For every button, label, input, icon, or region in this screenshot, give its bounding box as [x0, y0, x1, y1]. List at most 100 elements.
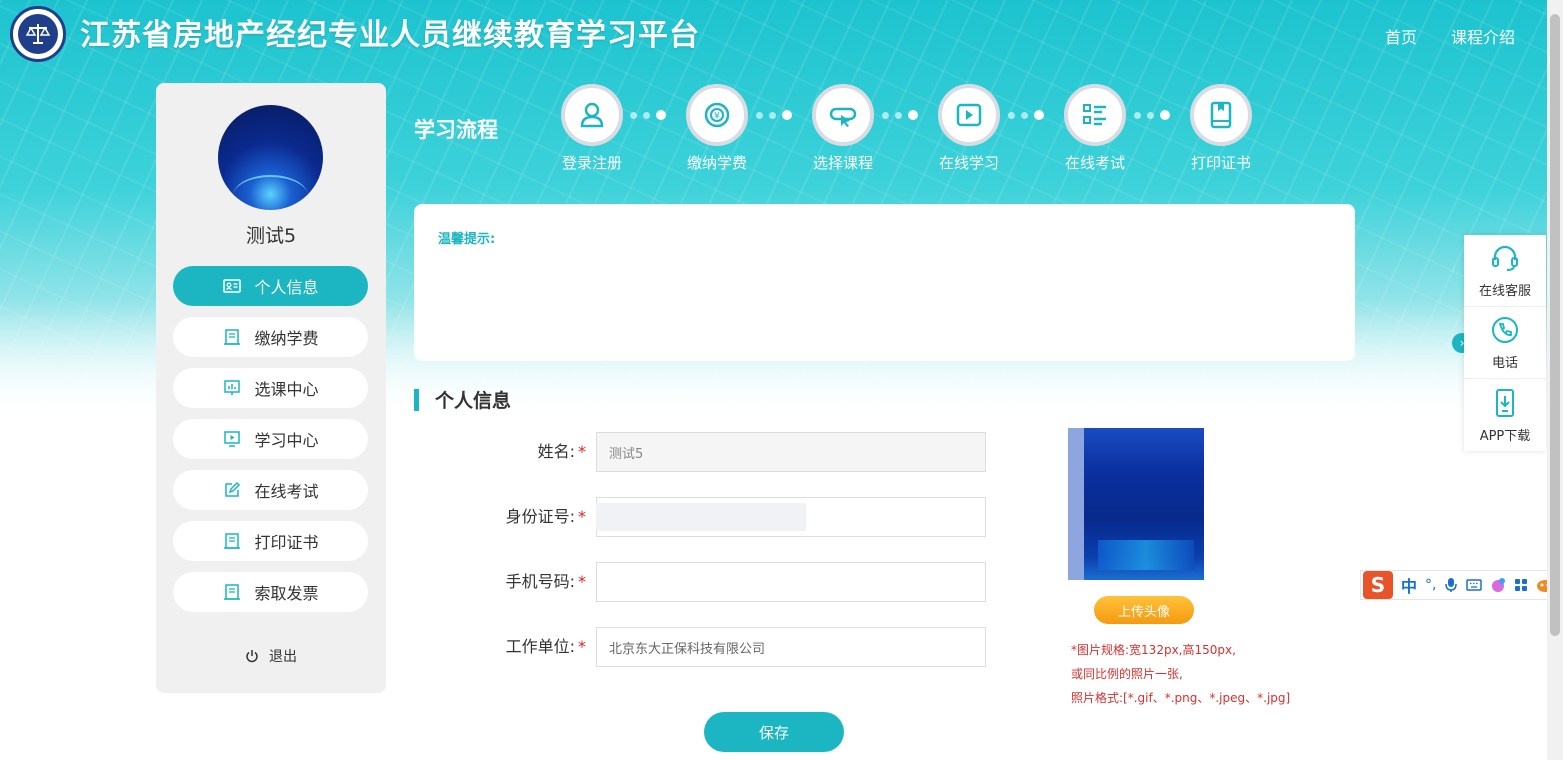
logout-button[interactable]: 退出	[156, 646, 386, 666]
sidebar-menu: 个人信息 缴纳学费 选课中心 学习中心 在线考试 打印证书 索取发票	[173, 266, 368, 623]
receipt-icon	[224, 329, 241, 345]
sidebar-item-pay-tuition[interactable]: 缴纳学费	[173, 317, 368, 357]
username: 测试5	[245, 225, 297, 247]
sidebar: 测试5 个人信息 缴纳学费 选课中心 学习中心 在线考试 打印证书 索取发票 退…	[156, 83, 386, 693]
form-row-phone: 手机号码: *	[414, 562, 994, 602]
required-mark: *	[578, 442, 586, 461]
step-connector	[630, 110, 666, 120]
step-label: 在线考试	[1064, 154, 1125, 172]
redacted-value	[596, 503, 806, 531]
upload-photo-button[interactable]: 上传头像	[1094, 596, 1194, 624]
sidebar-item-label: 个人信息	[254, 278, 319, 297]
headset-icon	[1492, 245, 1518, 271]
ime-logo[interactable]: S	[1363, 571, 1393, 599]
form-row-name: 姓名: *	[414, 432, 994, 472]
step-online-exam[interactable]: 在线考试	[1045, 84, 1145, 173]
play-screen-icon	[224, 431, 241, 447]
tips-box: 温馨提示:	[414, 204, 1355, 361]
keyboard-icon[interactable]	[1466, 578, 1483, 592]
ime-punctuation-toggle[interactable]: °,	[1425, 577, 1436, 593]
list-icon	[1083, 104, 1106, 126]
step-label: 缴纳学费	[686, 154, 747, 172]
section-title: 个人信息	[414, 386, 511, 413]
step-online-study[interactable]: 在线学习	[919, 84, 1019, 173]
sidebar-item-online-exam[interactable]: 在线考试	[173, 470, 368, 510]
flow-title: 学习流程	[414, 118, 498, 142]
step-label: 选择课程	[812, 154, 873, 172]
apps-grid-icon[interactable]	[1514, 578, 1528, 592]
receipt-icon	[224, 533, 241, 549]
save-button[interactable]: 保存	[704, 712, 844, 752]
logout-label: 退出	[269, 649, 297, 665]
site-logo[interactable]	[10, 6, 66, 62]
sidebar-item-label: 打印证书	[254, 533, 319, 552]
step-select-course[interactable]: 选择课程	[793, 84, 893, 173]
form-row-id-number: 身份证号: *	[414, 497, 994, 537]
skin-icon[interactable]	[1490, 577, 1506, 593]
scrollbar-thumb[interactable]	[1550, 14, 1560, 636]
step-label: 登录注册	[561, 154, 622, 172]
float-item-label: APP下载	[1479, 428, 1531, 444]
name-field[interactable]	[596, 432, 986, 472]
photo-note-line: 照片格式:[*.gif、*.png、*.jpeg、*.jpg]	[1071, 691, 1291, 705]
step-connector	[756, 110, 792, 120]
step-register[interactable]: 登录注册	[542, 84, 642, 173]
sidebar-item-label: 选课中心	[254, 380, 319, 399]
coin-icon: ¥	[704, 102, 730, 128]
sidebar-item-label: 在线考试	[254, 482, 319, 501]
sidebar-item-study-center[interactable]: 学习中心	[173, 419, 368, 459]
sidebar-item-personal-info[interactable]: 个人信息	[173, 266, 368, 306]
employer-label: 工作单位: *	[414, 627, 586, 667]
sidebar-item-label: 学习中心	[254, 431, 319, 450]
nav-course-intro[interactable]: 课程介绍	[1451, 24, 1515, 48]
step-pay[interactable]: ¥ 缴纳学费	[667, 84, 767, 173]
power-icon	[246, 650, 258, 663]
step-label: 在线学习	[938, 154, 999, 172]
photo-note-line: *图片规格:宽132px,高150px,	[1071, 643, 1236, 657]
avatar	[218, 105, 323, 210]
step-print-certificate[interactable]: 打印证书	[1171, 84, 1271, 173]
phone-button[interactable]: 电话	[1464, 307, 1546, 379]
required-mark: *	[578, 507, 586, 526]
id-number-label-text: 身份证号:	[505, 507, 575, 526]
step-label: 打印证书	[1190, 154, 1251, 172]
name-label: 姓名: *	[414, 432, 586, 472]
phone-field[interactable]	[596, 562, 986, 602]
sidebar-item-print-certificate[interactable]: 打印证书	[173, 521, 368, 561]
step-connector	[1008, 110, 1044, 120]
scrollbar[interactable]	[1547, 0, 1563, 760]
svg-text:¥: ¥	[714, 112, 720, 122]
name-label-text: 姓名:	[537, 442, 575, 461]
book-icon	[1210, 101, 1232, 129]
receipt-icon	[224, 584, 241, 600]
id-card-icon	[223, 279, 242, 293]
top-nav: 首页 课程介绍	[1385, 24, 1515, 48]
online-service-button[interactable]: 在线客服	[1464, 235, 1546, 307]
microphone-icon[interactable]	[1444, 577, 1458, 593]
mobile-download-icon	[1496, 388, 1514, 417]
select-icon	[829, 107, 857, 127]
float-item-label: 在线客服	[1478, 284, 1531, 299]
sidebar-item-course-selection[interactable]: 选课中心	[173, 368, 368, 408]
sidebar-item-request-invoice[interactable]: 索取发票	[173, 572, 368, 612]
app-download-button[interactable]: APP下载	[1464, 379, 1546, 451]
step-connector	[882, 110, 918, 120]
float-panel: 在线客服 电话 APP下载	[1464, 235, 1546, 451]
scales-icon	[18, 14, 58, 54]
tips-title: 温馨提示:	[438, 232, 496, 247]
ime-toolbar: S 中 °,	[1360, 570, 1562, 600]
phone-icon	[1492, 317, 1518, 343]
photo-note-line: 或同比例的照片一张,	[1071, 667, 1183, 681]
step-connector	[1134, 110, 1170, 120]
nav-home[interactable]: 首页	[1385, 24, 1417, 48]
sidebar-item-label: 索取发票	[254, 584, 319, 603]
presentation-icon	[224, 380, 241, 395]
employer-field[interactable]	[596, 627, 986, 667]
sidebar-item-label: 缴纳学费	[254, 329, 319, 348]
ime-mode-toggle[interactable]: 中	[1401, 573, 1417, 597]
edit-icon	[225, 481, 241, 497]
user-icon	[580, 102, 604, 128]
profile-photo	[1068, 428, 1204, 580]
form-row-employer: 工作单位: *	[414, 627, 994, 667]
phone-label: 手机号码: *	[414, 562, 586, 602]
